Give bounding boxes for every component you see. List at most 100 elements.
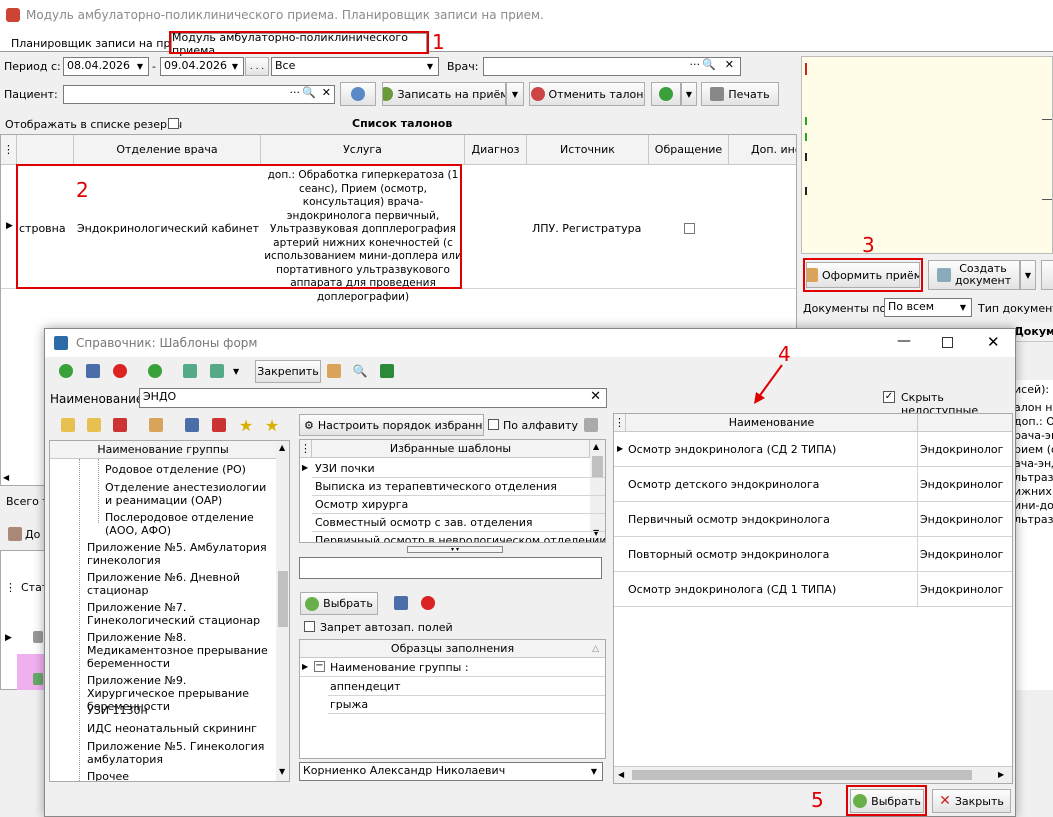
search-icon[interactable]: 🔍 [349, 360, 371, 382]
bottom-doc-tab[interactable]: До [8, 523, 48, 545]
cancel-ticket-button[interactable]: Отменить талон [529, 82, 645, 106]
copy-icon[interactable] [323, 360, 345, 382]
list-item[interactable]: Послеродовое отделение (АОО, АФО) [105, 511, 275, 537]
configure-favorites-button[interactable]: ⚙ Настроить порядок избранных [299, 414, 484, 436]
list-item[interactable]: Отделение анестезиологии и реанимации (О… [105, 481, 275, 507]
period-picker-button[interactable]: . . . [245, 57, 269, 76]
close-icon[interactable]: ✕ [725, 58, 734, 71]
folder-delete-icon[interactable] [109, 414, 131, 436]
folder-add-icon[interactable] [57, 414, 79, 436]
create-document-dropdown[interactable]: ▼ [1020, 260, 1036, 290]
list-item[interactable]: Приложение №7. Гинекологический стациона… [87, 601, 275, 627]
refresh-dropdown-button[interactable]: ▼ [681, 82, 697, 106]
close-icon[interactable]: ✕ [590, 389, 601, 404]
delete-icon[interactable] [417, 592, 439, 614]
refresh-icon[interactable] [144, 360, 166, 382]
row-appeal-checkbox[interactable] [684, 223, 695, 234]
folder-edit-icon[interactable] [83, 414, 105, 436]
record-dropdown-button[interactable]: ▼ [506, 82, 524, 106]
table-row[interactable]: Повторный осмотр эндокринолога Эндокрино… [614, 537, 1012, 572]
list-item[interactable]: Приложение №5. Амбулатория гинекология [87, 541, 275, 567]
copy-icon[interactable] [580, 414, 602, 436]
list-item[interactable]: УЗИ 1130н [87, 704, 275, 717]
maximize-icon[interactable] [942, 337, 953, 348]
edit-icon[interactable] [82, 360, 104, 382]
col-source-header[interactable]: Источник [527, 135, 649, 165]
favorite-item[interactable]: УЗИ почки [315, 462, 375, 475]
pin-button[interactable]: Закрепить [255, 360, 321, 383]
sample-item[interactable]: аппендецит [330, 680, 401, 693]
favorites-scrollbar[interactable]: ▲ ▼ [590, 440, 605, 542]
results-hscrollbar[interactable]: ◀ ▶ [614, 766, 1012, 783]
name-filter-input[interactable]: ЭНДО ✕ [139, 388, 607, 408]
list-item[interactable]: Прочее [87, 770, 275, 781]
tree-scroll-thumb[interactable] [278, 571, 288, 627]
splitter-handle[interactable]: ▾ ▾ [407, 546, 503, 553]
minimize-icon[interactable]: — [897, 333, 911, 349]
list-item[interactable]: ИДС неонатальный скрининг [87, 722, 275, 735]
excel-icon[interactable] [376, 360, 398, 382]
list-item[interactable]: Приложение №8. Медикаментозное прерывани… [87, 631, 275, 670]
table-scroll-left[interactable]: ◀ [3, 473, 17, 485]
close-icon[interactable]: ✕ [322, 86, 331, 99]
col-department-header[interactable]: Отделение врача [74, 135, 261, 165]
col-appeal-header[interactable]: Обращение [649, 135, 729, 165]
create-document-button[interactable]: Создать документ [928, 260, 1020, 290]
favorite-item[interactable]: Первичный осмотр в неврологическом отдел… [315, 534, 605, 542]
chevron-down-icon[interactable]: ▼ [423, 59, 437, 74]
favorite-item[interactable]: Совместный осмотр с зав. отделения [315, 516, 533, 529]
tree-scrollbar[interactable]: ▲ ▼ [276, 441, 289, 781]
table-row[interactable]: Осмотр детского эндокринолога Эндокринол… [614, 467, 1012, 502]
record-button[interactable]: Записать на приём [382, 82, 506, 106]
table-row[interactable]: ▶ Осмотр эндокринолога (СД 2 ТИПА) Эндок… [614, 432, 1012, 467]
print-button[interactable]: Печать [701, 82, 779, 106]
sample-item[interactable]: грыжа [330, 698, 368, 711]
table-row[interactable]: Первичный осмотр эндокринолога Эндокрино… [614, 502, 1012, 537]
alphabet-checkbox[interactable] [488, 419, 499, 430]
auto-fill-ban-checkbox[interactable] [304, 621, 315, 632]
import-icon[interactable] [179, 360, 201, 382]
col-diagnosis-header[interactable]: Диагноз [465, 135, 527, 165]
chevron-down-icon[interactable]: ▼ [133, 59, 147, 74]
docs-by-select[interactable]: По всем ▼ [884, 298, 972, 317]
choose-button[interactable]: Выбрать [300, 592, 378, 615]
col-service-header[interactable]: Услуга [261, 135, 465, 165]
favorite-item[interactable]: Осмотр хирурга [315, 498, 408, 511]
extra-right-button[interactable] [1041, 260, 1053, 290]
list-item[interactable]: Приложение №5. Гинекология амбулатория [87, 740, 275, 766]
ellipsis-icon[interactable]: ··· [290, 86, 301, 99]
doctor-input[interactable]: ··· 🔍 ✕ [483, 57, 741, 76]
star-add-icon[interactable]: ★ [235, 414, 257, 436]
date-to-input[interactable]: 09.04.2026 ▼ [160, 57, 244, 76]
sort-icon[interactable] [181, 414, 203, 436]
list-item[interactable]: Приложение №6. Дневной стационар [87, 571, 275, 597]
results-name-header[interactable]: Наименование [626, 414, 918, 432]
col-extra-header[interactable]: Доп. инф [729, 135, 796, 165]
edit-icon[interactable] [390, 592, 412, 614]
chevron-down-icon[interactable]: ▼ [956, 300, 970, 315]
table-row[interactable]: Осмотр эндокринолога (СД 1 ТИПА) Эндокри… [614, 572, 1012, 607]
chevron-down-icon[interactable]: ▼ [233, 367, 239, 376]
delete-icon[interactable] [109, 360, 131, 382]
star-icon[interactable]: ★ [261, 414, 283, 436]
filter-all-select[interactable]: Все ▼ [271, 57, 439, 76]
date-from-input[interactable]: 08.04.2026 ▼ [63, 57, 149, 76]
filter-icon[interactable] [145, 414, 167, 436]
chevron-down-icon[interactable]: ▼ [587, 764, 601, 779]
list-item[interactable]: Родовое отделение (РО) [105, 463, 275, 476]
refresh-button[interactable] [651, 82, 681, 106]
patient-card-button[interactable] [340, 82, 376, 106]
template-description-input[interactable] [299, 557, 602, 579]
ellipsis-icon[interactable]: ··· [690, 58, 701, 71]
author-select[interactable]: Корниенко Александр Николаевич ▼ [299, 762, 603, 781]
clear-filter-icon[interactable] [208, 414, 230, 436]
search-icon[interactable]: 🔍 [302, 86, 316, 99]
hide-unavailable-checkbox[interactable]: ✓ [883, 391, 895, 403]
results-group-header[interactable] [918, 414, 1012, 432]
close-dialog-button[interactable]: ✕ Закрыть [932, 789, 1011, 813]
patient-input[interactable]: ··· 🔍 ✕ [63, 85, 335, 104]
search-icon[interactable]: 🔍 [702, 58, 716, 71]
chevron-down-icon[interactable]: ▼ [228, 59, 242, 74]
collapse-icon[interactable]: − [314, 661, 325, 672]
add-icon[interactable] [55, 360, 77, 382]
